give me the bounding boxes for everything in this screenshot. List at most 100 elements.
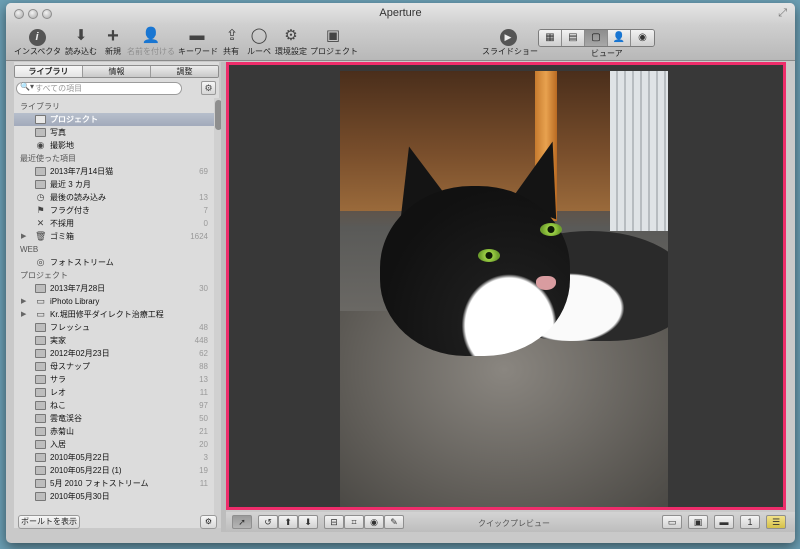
new-button[interactable]: + 新規 [100, 26, 126, 57]
list-item[interactable]: ◷ 最後の読み込み 13 [14, 191, 214, 204]
list-item[interactable]: 2010年05月30日 [14, 490, 214, 503]
folder-icon: ▭ [36, 296, 45, 306]
inspector-label: インスペクタ [14, 47, 61, 56]
person-icon: 👤 [612, 32, 626, 43]
disclosure-triangle-icon[interactable]: ▶ [21, 308, 26, 321]
project-box-icon [35, 362, 46, 371]
stamp-icon: ⬇ [304, 517, 312, 527]
inspector-button[interactable]: i インスペクタ [14, 27, 61, 57]
single-view-button[interactable]: 1 [740, 515, 760, 529]
item-count: 1624 [190, 232, 208, 241]
viewer-only-button[interactable]: ▢ [585, 30, 608, 46]
search-row: すべての項目 🔍▾ ⚙ [16, 81, 216, 96]
item-count: 19 [199, 466, 208, 475]
sidebar-item-label: Kr.堀田修平ダイレクト治療工程 [50, 310, 164, 319]
list-item[interactable]: ねこ 97 [14, 399, 214, 412]
slideshow-button[interactable]: ▶ スライドショー [482, 27, 538, 57]
item-count: 20 [199, 440, 208, 449]
search-gear-button[interactable]: ⚙ [201, 81, 216, 95]
disclosure-triangle-icon[interactable]: ▶ [21, 295, 26, 308]
sidebar-item-label: iPhoto Library [50, 297, 100, 306]
straighten-tool-button[interactable]: ⊟ [324, 515, 344, 529]
search-input[interactable]: すべての項目 [16, 82, 182, 95]
vault-gear-button[interactable]: ⚙ [200, 515, 217, 529]
sidebar-item-places[interactable]: ◉ 撮影地 [14, 139, 214, 152]
list-item[interactable]: ▶ 🗑 ゴミ箱 1624 [14, 230, 214, 243]
preferences-icon: ⚙ [284, 27, 298, 44]
fullscreen-icon[interactable]: ⤢ [778, 7, 787, 20]
import-arrow-icon: ⬇ [74, 27, 88, 44]
project-box-icon [35, 479, 46, 488]
list-item[interactable]: 赤菊山 21 [14, 425, 214, 438]
list-item[interactable]: ▶ ▭ iPhoto Library [14, 295, 214, 308]
disclosure-triangle-icon[interactable]: ▶ [21, 230, 26, 243]
preferences-button[interactable]: ⚙ 環境設定 [274, 27, 308, 57]
project-box-icon [35, 453, 46, 462]
straighten-icon: ⊟ [330, 517, 338, 527]
list-item[interactable]: 実家 448 [14, 334, 214, 347]
list-item[interactable]: 2012年02月23日 62 [14, 347, 214, 360]
sidebar-item-projects[interactable]: プロジェクト [14, 113, 214, 126]
stamp-tool-button[interactable]: ⬇ [298, 515, 318, 529]
sidebar-item-label: レオ [50, 388, 66, 397]
list-item[interactable]: 入居 20 [14, 438, 214, 451]
list-item[interactable]: 最近 3 カ月 [14, 178, 214, 191]
sidebar-item-label: サラ [50, 375, 66, 384]
project-button[interactable]: ▣ プロジェクト [310, 27, 358, 57]
info-icon: i [25, 27, 49, 46]
metadata-overlay-button[interactable]: ☰ [766, 515, 786, 529]
rotate-tool-button[interactable]: ↺ [258, 515, 278, 529]
project-box-icon: ▣ [325, 27, 341, 44]
split-view-button[interactable]: ▤ [562, 30, 585, 46]
list-item[interactable]: サラ 13 [14, 373, 214, 386]
tab-info[interactable]: 情報 [83, 66, 151, 77]
section-recent: 最近使った項目 [20, 154, 76, 163]
lift-icon: ⬆ [284, 517, 292, 527]
list-item[interactable]: フレッシュ 48 [14, 321, 214, 334]
browser-view-button[interactable]: ▦ [539, 30, 562, 46]
quick-preview-label: クイックプレビュー [478, 519, 550, 528]
lift-tool-button[interactable]: ⬆ [278, 515, 298, 529]
crop-tool-button[interactable]: ⌗ [344, 515, 364, 529]
sidebar-item-label: 2012年02月23日 [50, 349, 110, 358]
flag-icon: ⚑ [36, 205, 45, 215]
list-item[interactable]: レオ 11 [14, 386, 214, 399]
list-item[interactable]: 2010年05月22日 3 [14, 451, 214, 464]
item-count: 69 [199, 167, 208, 176]
redeye-tool-button[interactable]: ◉ [364, 515, 384, 529]
sidebar-item-label: 撮影地 [50, 141, 74, 150]
brush-tool-button[interactable]: ✎ [384, 515, 404, 529]
cat-photo[interactable] [340, 71, 668, 507]
list-item[interactable]: 5月 2010 フォトストリーム 11 [14, 477, 214, 490]
list-item[interactable]: 2010年05月22日 (1) 19 [14, 464, 214, 477]
folder-icon: ▭ [667, 517, 677, 527]
list-item[interactable]: 母スナップ 88 [14, 360, 214, 373]
name-faces-button[interactable]: 👤 名前を付ける [126, 27, 176, 57]
faces-view-button[interactable]: 👤 [608, 30, 631, 46]
list-item[interactable]: ⚑ フラグ付き 7 [14, 204, 214, 217]
list-item[interactable]: ▶ ▭ Kr.堀田修平ダイレクト治療工程 [14, 308, 214, 321]
import-button[interactable]: ⬇ 読み込む [63, 27, 99, 57]
list-item[interactable]: ✕ 不採用 0 [14, 217, 214, 230]
places-view-button[interactable]: ◉ [631, 30, 654, 46]
sidebar-item-label: 2013年7月28日 [50, 284, 106, 293]
tab-adjustments[interactable]: 調整 [151, 66, 218, 77]
brush-icon: ✎ [390, 517, 398, 527]
list-item[interactable]: 雲竜渓谷 50 [14, 412, 214, 425]
select-tool-button[interactable]: ➚ [232, 515, 252, 529]
list-item[interactable]: 2013年7月28日 30 [14, 282, 214, 295]
sidebar-item-photos[interactable]: 写真 [14, 126, 214, 139]
tab-library[interactable]: ライブラリ [15, 66, 83, 77]
display-mode-button[interactable]: ▣ [688, 515, 708, 529]
keyword-button[interactable]: ▬ キーワード [178, 27, 218, 57]
main-toolbar: i インスペクタ ⬇ 読み込む + 新規 👤 名前を付ける ▬ キーワード ⇪ … [6, 25, 795, 61]
loupe-button[interactable]: ◯ ルーペ [246, 27, 272, 57]
project-box-icon [35, 414, 46, 423]
item-count: 11 [199, 479, 208, 488]
sidebar-item-photostream[interactable]: ◎ フォトストリーム [14, 256, 214, 269]
list-item[interactable]: 2013年7月14日猫 69 [14, 165, 214, 178]
browser-button[interactable]: ▭ [662, 515, 682, 529]
share-button[interactable]: ⇪ 共有 [220, 27, 242, 57]
show-vault-button[interactable]: ボールトを表示 [18, 515, 80, 529]
hud-button[interactable]: ▬ [714, 515, 734, 529]
